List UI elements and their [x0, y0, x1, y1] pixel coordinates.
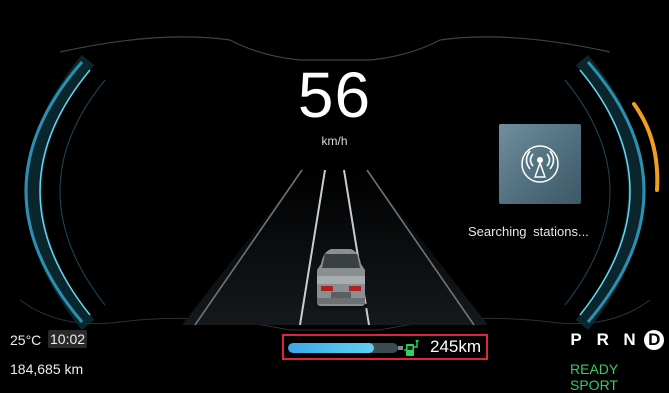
battery-tip: [398, 346, 403, 350]
speed-readout: 56: [297, 59, 372, 131]
gear-p: P: [570, 330, 582, 349]
ready-label: READY: [570, 361, 618, 377]
gear-d-selected: D: [644, 330, 665, 350]
range-value: 245km: [430, 337, 482, 356]
gear-selector: P R N D: [565, 330, 665, 350]
radio-broadcast-icon: [521, 145, 559, 183]
instrument-cluster: 56 km/h Searching stations... 25°C 10:02…: [0, 0, 669, 393]
range-indicator: 245km: [282, 334, 488, 360]
odometer: 184,685 km: [10, 361, 84, 377]
gear-r: R: [596, 330, 609, 349]
drive-mode: SPORT: [570, 377, 618, 393]
charging-plug-icon: [404, 339, 420, 356]
clock: 10:02: [48, 330, 88, 348]
radio-tile[interactable]: [499, 124, 581, 204]
outside-temperature: 25°C: [10, 332, 42, 348]
battery-fill: [288, 343, 374, 353]
battery-bar: [288, 343, 398, 353]
car-icon: [313, 249, 369, 311]
gear-n: N: [623, 330, 636, 349]
radio-status: Searching stations...: [468, 224, 589, 239]
drive-status: READY SPORT: [570, 361, 669, 393]
